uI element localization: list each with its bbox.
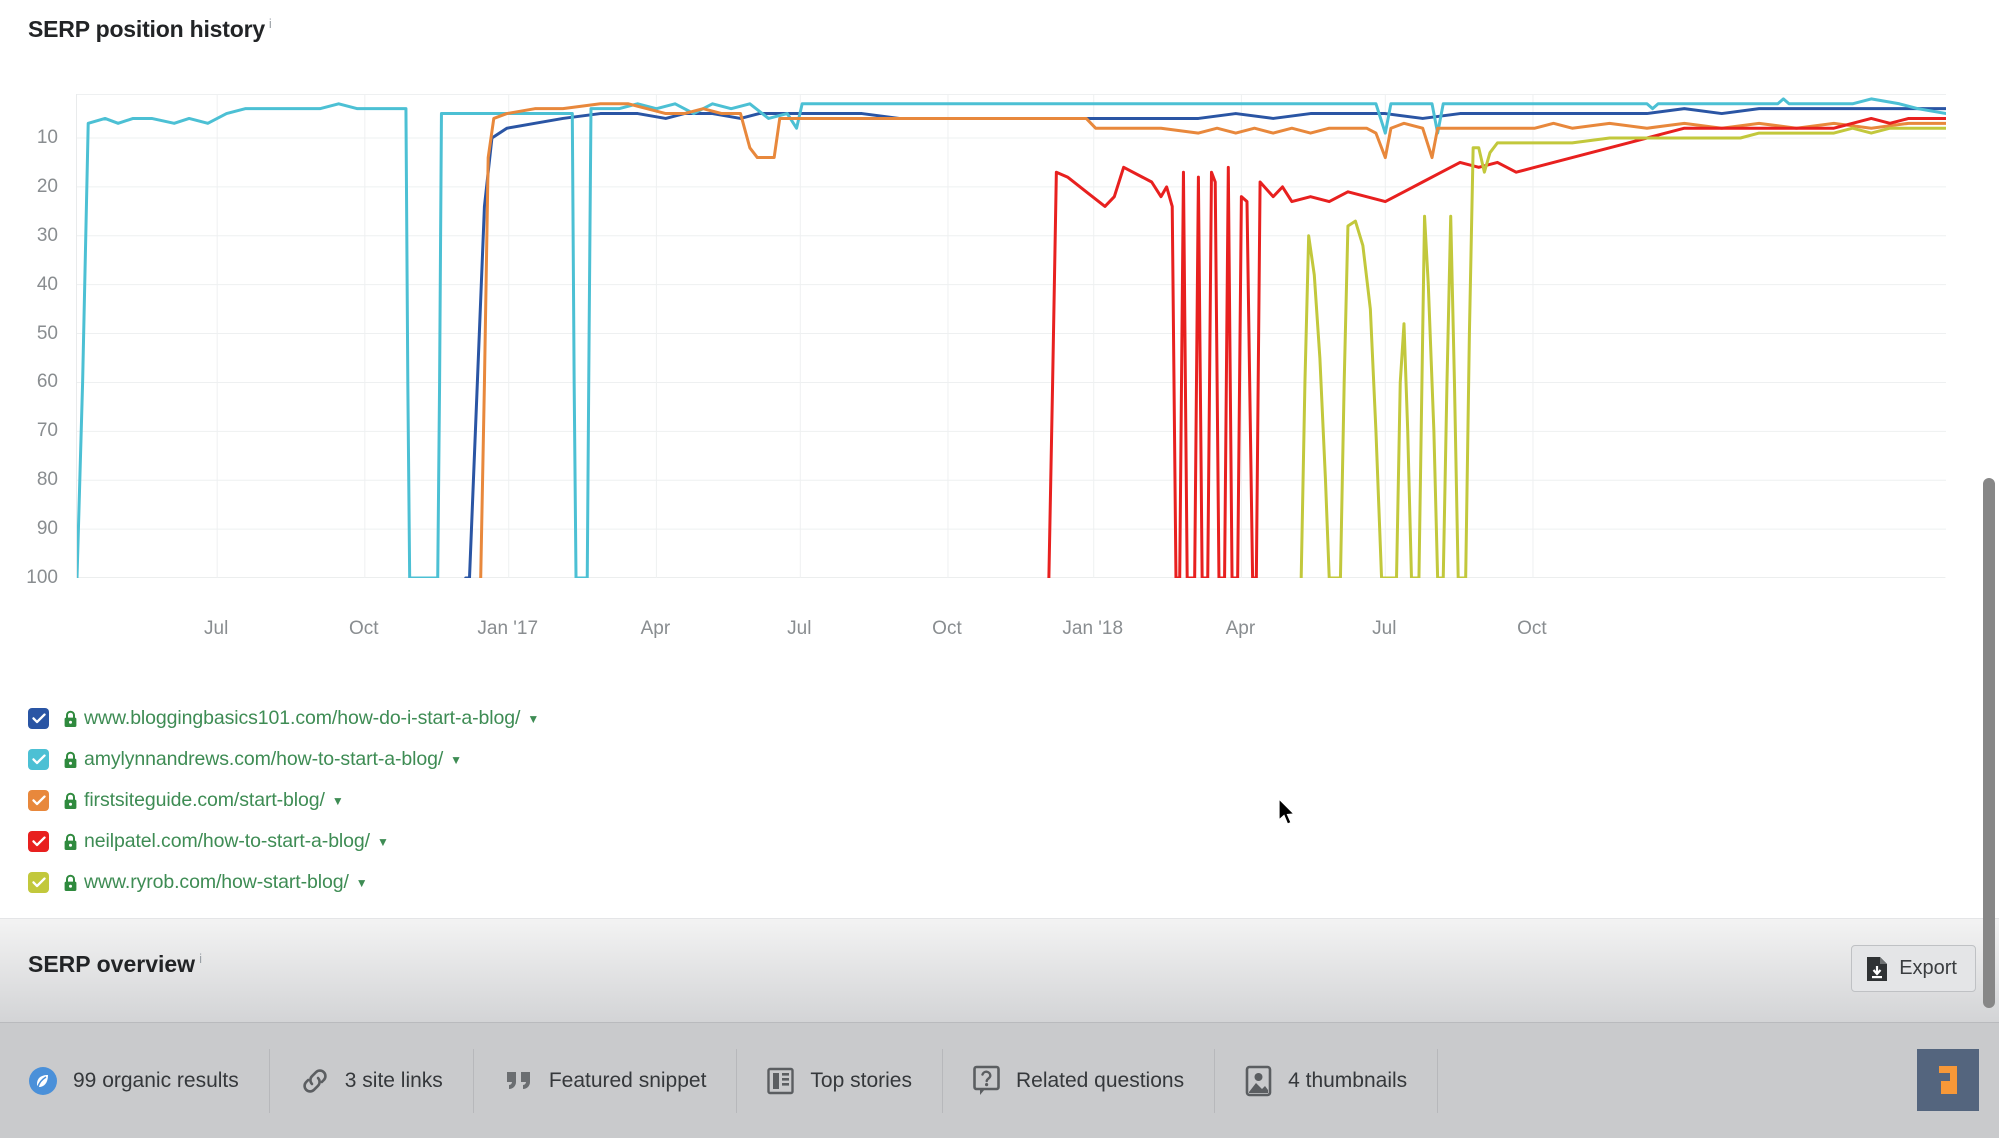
serp-feature-label: Featured snippet: [548, 1068, 707, 1092]
serp-overview-title-text: SERP overview: [28, 951, 196, 977]
serp-feature-label: 99 organic results: [73, 1068, 239, 1092]
x-axis-tick: Apr: [1225, 618, 1256, 639]
x-axis-tick: Jul: [1372, 618, 1397, 639]
info-icon[interactable]: i: [199, 951, 202, 966]
legend-checkbox[interactable]: [28, 790, 49, 811]
x-axis-tick: Oct: [1517, 618, 1547, 639]
page-scrollbar-track[interactable]: [1979, 0, 1999, 1138]
y-axis-tick-100: 100: [26, 567, 58, 588]
info-icon[interactable]: i: [269, 16, 272, 31]
organic-results-icon: [28, 1066, 58, 1096]
legend-item[interactable]: www.bloggingbasics101.com/how-do-i-start…: [28, 698, 928, 739]
legend-item[interactable]: amylynnandrews.com/how-to-start-a-blog/ ▼: [28, 739, 928, 780]
caret-down-icon[interactable]: ▼: [332, 795, 344, 807]
serp-feature-question-bubble[interactable]: Related questions: [943, 1048, 1216, 1113]
y-axis-tick-80: 80: [36, 469, 58, 491]
page-title: SERP position history i: [28, 16, 272, 43]
chart-series-line: [77, 97, 1946, 578]
serp-feature-news[interactable]: Top stories: [737, 1048, 943, 1113]
ahrefs-logo[interactable]: [1917, 1049, 1979, 1111]
lock-icon: [63, 874, 78, 892]
x-axis-tick: Jan '17: [477, 618, 539, 639]
legend-checkbox[interactable]: [28, 872, 49, 893]
serp-feature-label: 3 site links: [344, 1068, 443, 1092]
serp-feature-label: Related questions: [1015, 1068, 1185, 1092]
lock-icon: [63, 792, 78, 810]
caret-down-icon[interactable]: ▼: [527, 713, 539, 725]
y-axis-tick-50: 50: [36, 322, 58, 344]
y-axis-tick-10: 10: [36, 127, 58, 148]
x-axis-tick: Oct: [932, 618, 962, 639]
check-icon: [31, 713, 46, 724]
y-axis-tick-30: 30: [36, 224, 58, 246]
caret-down-icon[interactable]: ▼: [377, 836, 389, 848]
serp-feature-label: Top stories: [810, 1068, 912, 1092]
caret-down-icon[interactable]: ▼: [450, 754, 462, 766]
legend-item[interactable]: www.ryrob.com/how-start-blog/ ▼: [28, 862, 928, 903]
page-scrollbar-thumb[interactable]: [1983, 478, 1995, 1008]
legend-item-url[interactable]: firstsiteguide.com/start-blog/: [84, 789, 325, 812]
legend-checkbox[interactable]: [28, 749, 49, 770]
serp-feature-image[interactable]: 4 thumbnails: [1215, 1048, 1439, 1113]
serp-overview-band: SERP overview i Export: [0, 918, 1999, 1022]
lock-icon: [63, 751, 78, 769]
export-button-label: Export: [1899, 957, 1957, 979]
question-bubble-icon: [973, 1065, 1001, 1097]
x-axis-tick: Oct: [349, 618, 379, 639]
legend-item-url[interactable]: www.ryrob.com/how-start-blog/: [84, 871, 349, 894]
y-axis-tick-60: 60: [36, 371, 58, 393]
x-axis-tick: Jul: [787, 618, 812, 639]
serp-feature-quote[interactable]: Featured snippet: [474, 1048, 738, 1113]
serp-feature-organic-results[interactable]: 99 organic results: [0, 1048, 270, 1113]
check-icon: [31, 795, 46, 806]
serp-position-chart: 10 20 30 40 50 60 70 80 90 100 Jul Oct Jan '17 Apr Ju…: [0, 62, 1999, 642]
legend-checkbox[interactable]: [28, 831, 49, 852]
serp-features-bar: 99 organic results 3 site links Featured s…: [0, 1022, 1999, 1138]
chart-series-line: [464, 107, 1946, 578]
check-icon: [31, 836, 46, 847]
serp-feature-label: 4 thumbnails: [1288, 1068, 1408, 1092]
legend-item-url[interactable]: amylynnandrews.com/how-to-start-a-blog/: [84, 748, 443, 771]
x-axis-labels: Jul Oct Jan '17 Apr Jul Oct Jan '18 Apr Jul Oct: [0, 618, 1999, 648]
x-axis-tick: Jul: [204, 618, 229, 639]
chart-legend: www.bloggingbasics101.com/how-do-i-start…: [28, 698, 928, 903]
lock-icon: [63, 710, 78, 728]
chart-svg: [77, 94, 1946, 578]
download-file-icon: [1866, 956, 1888, 982]
y-axis-tick-20: 20: [36, 175, 58, 197]
check-icon: [31, 754, 46, 765]
link-icon: [300, 1066, 330, 1096]
x-axis-tick: Apr: [640, 618, 671, 639]
y-axis-tick-70: 70: [36, 420, 58, 442]
y-axis-tick-40: 40: [36, 273, 58, 295]
legend-item-url[interactable]: www.bloggingbasics101.com/how-do-i-start…: [84, 707, 520, 730]
legend-checkbox[interactable]: [28, 708, 49, 729]
x-axis-tick: Jan '18: [1062, 618, 1124, 639]
y-axis-tick-90: 90: [36, 518, 58, 540]
export-button[interactable]: Export: [1851, 945, 1976, 992]
lock-icon: [63, 833, 78, 851]
page-title-text: SERP position history: [28, 16, 265, 42]
legend-item-url[interactable]: neilpatel.com/how-to-start-a-blog/: [84, 830, 370, 853]
quote-icon: [504, 1068, 534, 1094]
serp-position-history-panel: SERP position history i 10 20 30 40 50 60 70 80 9…: [0, 0, 1999, 918]
legend-item[interactable]: firstsiteguide.com/start-blog/ ▼: [28, 780, 928, 821]
y-axis-labels: 10 20 30 40 50 60 70 80 90 100: [0, 62, 66, 588]
serp-feature-link[interactable]: 3 site links: [270, 1048, 474, 1113]
news-icon: [767, 1066, 795, 1096]
serp-position-history-page: SERP position history i 10 20 30 40 50 60 70 80 9…: [0, 0, 1999, 1138]
legend-item[interactable]: neilpatel.com/how-to-start-a-blog/ ▼: [28, 821, 928, 862]
serp-overview-title: SERP overview i: [28, 951, 202, 978]
chart-plot-area[interactable]: [76, 94, 1946, 578]
caret-down-icon[interactable]: ▼: [356, 877, 368, 889]
check-icon: [31, 877, 46, 888]
image-icon: [1245, 1065, 1273, 1097]
